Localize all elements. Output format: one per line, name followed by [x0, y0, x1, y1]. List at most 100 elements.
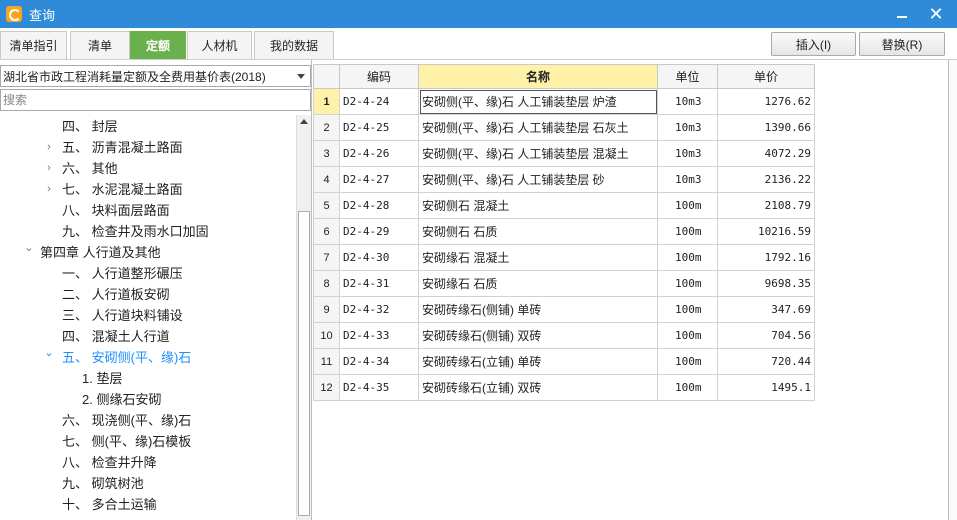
cell-unit[interactable]: 10m3: [657, 88, 718, 115]
cell-name[interactable]: 安砌缘石 石质: [418, 270, 658, 297]
cell-unit[interactable]: 10m3: [657, 140, 718, 167]
close-button[interactable]: ✕: [921, 0, 951, 28]
row-index[interactable]: 8: [313, 270, 340, 297]
cell-unit[interactable]: 100m: [657, 322, 718, 349]
chevron-down-icon[interactable]: ⌄: [24, 241, 34, 254]
cell-unit[interactable]: 100m: [657, 244, 718, 271]
tree-item[interactable]: 四、 混凝土人行道: [0, 325, 296, 346]
insert-button[interactable]: 插入(I): [771, 32, 856, 56]
header-name[interactable]: 名称: [418, 64, 658, 89]
tree-item[interactable]: 七、 侧(平、缘)石模板: [0, 430, 296, 451]
cell-code[interactable]: D2-4-35: [339, 374, 419, 401]
cell-unit[interactable]: 10m3: [657, 166, 718, 193]
cell-unit[interactable]: 100m: [657, 270, 718, 297]
row-index[interactable]: 12: [313, 374, 340, 401]
tab-bill[interactable]: 清单: [70, 31, 130, 59]
tab-my-data[interactable]: 我的数据: [254, 31, 334, 59]
chevron-right-icon[interactable]: ›: [44, 162, 54, 174]
tree-item[interactable]: 2. 侧缘石安砌: [0, 388, 296, 409]
table-row[interactable]: 6 D2-4-29 安砌侧石 石质 100m 10216.59: [313, 218, 815, 245]
tree-item[interactable]: 二、 人行道板安砌: [0, 283, 296, 304]
chevron-right-icon[interactable]: ›: [44, 141, 54, 153]
cell-price[interactable]: 4072.29: [717, 140, 815, 167]
table-row[interactable]: 2 D2-4-25 安砌侧(平、缘)石 人工铺装垫层 石灰土 10m3 1390.66: [313, 114, 815, 141]
minimize-button[interactable]: [887, 0, 917, 28]
row-index[interactable]: 5: [313, 192, 340, 219]
cell-price[interactable]: 1276.62: [717, 88, 815, 115]
scrollbar-thumb[interactable]: [298, 211, 310, 516]
cell-code[interactable]: D2-4-25: [339, 114, 419, 141]
header-unit[interactable]: 单位: [657, 64, 718, 89]
cell-code[interactable]: D2-4-30: [339, 244, 419, 271]
row-index[interactable]: 7: [313, 244, 340, 271]
cell-price[interactable]: 1390.66: [717, 114, 815, 141]
tree-item[interactable]: 十、 多合土运输: [0, 493, 296, 514]
tree-item[interactable]: 1. 垫层: [0, 367, 296, 388]
scroll-up-icon[interactable]: [300, 119, 308, 124]
cell-price[interactable]: 9698.35: [717, 270, 815, 297]
row-index[interactable]: 10: [313, 322, 340, 349]
table-row[interactable]: 5 D2-4-28 安砌侧石 混凝土 100m 2108.79: [313, 192, 815, 219]
tab-materials[interactable]: 人材机: [187, 31, 252, 59]
tree-item[interactable]: › 七、 水泥混凝土路面: [0, 178, 296, 199]
tree-item[interactable]: 九、 检查井及雨水口加固: [0, 220, 296, 241]
tree-item[interactable]: ⌄ 第四章 人行道及其他: [0, 241, 296, 262]
tree-item[interactable]: ⌄ 五、 安砌侧(平、缘)石: [0, 346, 296, 367]
cell-unit[interactable]: 100m: [657, 374, 718, 401]
cell-price[interactable]: 10216.59: [717, 218, 815, 245]
tree-item[interactable]: 八、 检查井升降: [0, 451, 296, 472]
table-row[interactable]: 8 D2-4-31 安砌缘石 石质 100m 9698.35: [313, 270, 815, 297]
cell-unit[interactable]: 100m: [657, 218, 718, 245]
cell-unit[interactable]: 100m: [657, 192, 718, 219]
table-row[interactable]: 9 D2-4-32 安砌砖缘石(侧铺) 单砖 100m 347.69: [313, 296, 815, 323]
table-row[interactable]: 10 D2-4-33 安砌砖缘石(侧铺) 双砖 100m 704.56: [313, 322, 815, 349]
cell-name[interactable]: 安砌侧石 混凝土: [418, 192, 658, 219]
cell-name[interactable]: 安砌侧石 石质: [418, 218, 658, 245]
table-row[interactable]: 3 D2-4-26 安砌侧(平、缘)石 人工铺装垫层 混凝土 10m3 4072.29: [313, 140, 815, 167]
tree-item[interactable]: 三、 人行道块料铺设: [0, 304, 296, 325]
row-index[interactable]: 11: [313, 348, 340, 375]
row-index[interactable]: 6: [313, 218, 340, 245]
tree-item[interactable]: 九、 砌筑树池: [0, 472, 296, 493]
cell-code[interactable]: D2-4-34: [339, 348, 419, 375]
cell-name[interactable]: 安砌砖缘石(立铺) 单砖: [418, 348, 658, 375]
chevron-right-icon[interactable]: ›: [44, 183, 54, 195]
header-code[interactable]: 编码: [339, 64, 419, 89]
cell-unit[interactable]: 10m3: [657, 114, 718, 141]
table-row[interactable]: 4 D2-4-27 安砌侧(平、缘)石 人工铺装垫层 砂 10m3 2136.22: [313, 166, 815, 193]
cell-name[interactable]: 安砌砖缘石(侧铺) 单砖: [418, 296, 658, 323]
row-index[interactable]: 4: [313, 166, 340, 193]
tab-quota[interactable]: 定额: [130, 31, 186, 59]
cell-code[interactable]: D2-4-32: [339, 296, 419, 323]
table-row[interactable]: 12 D2-4-35 安砌砖缘石(立铺) 双砖 100m 1495.1: [313, 374, 815, 401]
cell-code[interactable]: D2-4-24: [339, 88, 419, 115]
search-input[interactable]: [0, 89, 311, 111]
cell-price[interactable]: 2136.22: [717, 166, 815, 193]
cell-code[interactable]: D2-4-27: [339, 166, 419, 193]
cell-price[interactable]: 1495.1: [717, 374, 815, 401]
cell-code[interactable]: D2-4-26: [339, 140, 419, 167]
cell-unit[interactable]: 100m: [657, 296, 718, 323]
cell-unit[interactable]: 100m: [657, 348, 718, 375]
chevron-down-icon[interactable]: ⌄: [44, 346, 54, 359]
tree-scrollbar[interactable]: [296, 115, 311, 520]
cell-code[interactable]: D2-4-33: [339, 322, 419, 349]
tree-item[interactable]: 四、 封层: [0, 115, 296, 136]
tree-item[interactable]: 六、 现浇侧(平、缘)石: [0, 409, 296, 430]
tree-item[interactable]: › 六、 其他: [0, 157, 296, 178]
row-index[interactable]: 1: [313, 88, 340, 115]
replace-button[interactable]: 替换(R): [859, 32, 945, 56]
cell-price[interactable]: 1792.16: [717, 244, 815, 271]
row-index[interactable]: 2: [313, 114, 340, 141]
table-row[interactable]: 7 D2-4-30 安砌缘石 混凝土 100m 1792.16: [313, 244, 815, 271]
cell-name[interactable]: 安砌侧(平、缘)石 人工铺装垫层 砂: [418, 166, 658, 193]
library-select[interactable]: 湖北省市政工程消耗量定额及全费用基价表(2018): [0, 65, 311, 87]
cell-name[interactable]: 安砌侧(平、缘)石 人工铺装垫层 炉渣: [418, 88, 658, 115]
cell-name[interactable]: 安砌侧(平、缘)石 人工铺装垫层 混凝土: [418, 140, 658, 167]
cell-price[interactable]: 720.44: [717, 348, 815, 375]
tree-item[interactable]: 八、 块料面层路面: [0, 199, 296, 220]
table-row[interactable]: 11 D2-4-34 安砌砖缘石(立铺) 单砖 100m 720.44: [313, 348, 815, 375]
cell-price[interactable]: 704.56: [717, 322, 815, 349]
cell-name[interactable]: 安砌砖缘石(立铺) 双砖: [418, 374, 658, 401]
cell-price[interactable]: 347.69: [717, 296, 815, 323]
